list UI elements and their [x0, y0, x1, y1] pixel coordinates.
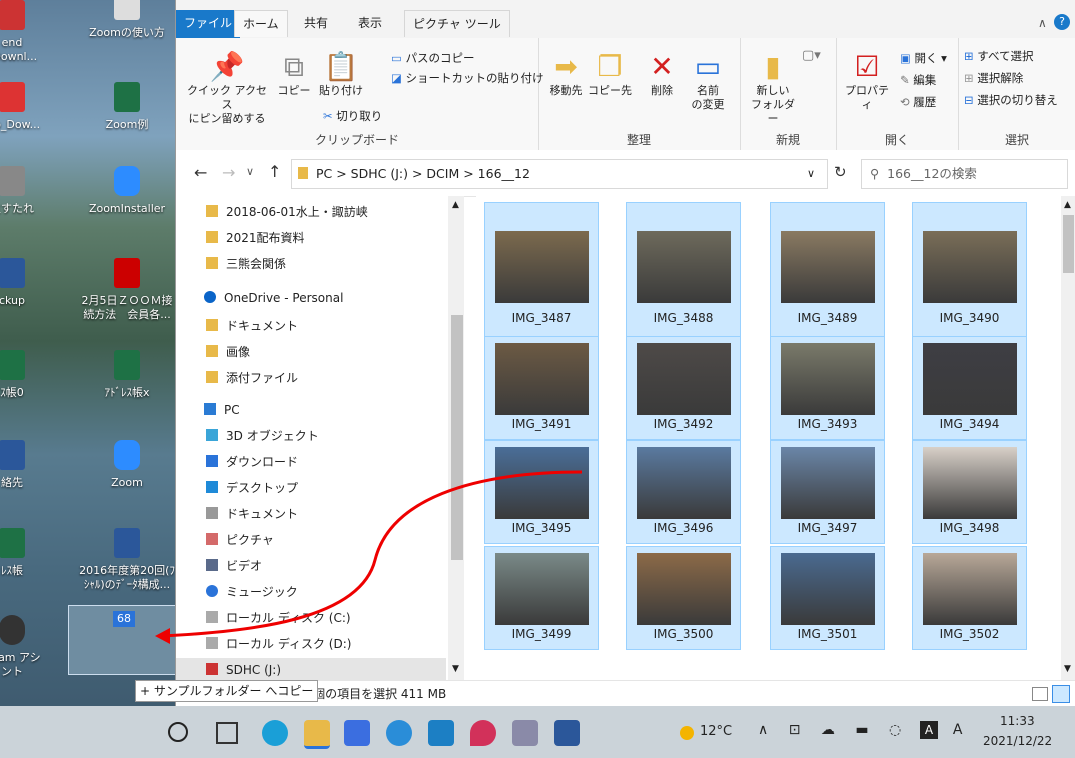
- ime-icon[interactable]: A: [920, 721, 938, 739]
- clock-time[interactable]: 11:33: [1000, 714, 1035, 728]
- red-arrow-annotation: [155, 470, 583, 644]
- internet-explorer-icon[interactable]: [386, 720, 412, 746]
- clock-date[interactable]: 2021/12/22: [983, 734, 1052, 748]
- task-view-icon[interactable]: [216, 722, 238, 744]
- weather-icon[interactable]: [680, 726, 694, 740]
- edge-new-icon[interactable]: [262, 720, 288, 746]
- tray-icons[interactable]: ∧ ⊡ ☁ ▬ ◌ ◁ A: [758, 722, 970, 738]
- file-explorer-icon[interactable]: [304, 720, 330, 749]
- temperature: 12°C: [700, 724, 733, 739]
- mail-icon[interactable]: [344, 720, 370, 746]
- paint-icon[interactable]: [470, 720, 496, 746]
- media-icon[interactable]: [428, 720, 454, 746]
- taskbar: 12°C ∧ ⊡ ☁ ▬ ◌ ◁ A A 11:33 2021/12/22: [0, 706, 1075, 758]
- snipping-icon[interactable]: [512, 720, 538, 746]
- word-icon[interactable]: [554, 720, 580, 746]
- search-circle-icon[interactable]: [168, 722, 188, 742]
